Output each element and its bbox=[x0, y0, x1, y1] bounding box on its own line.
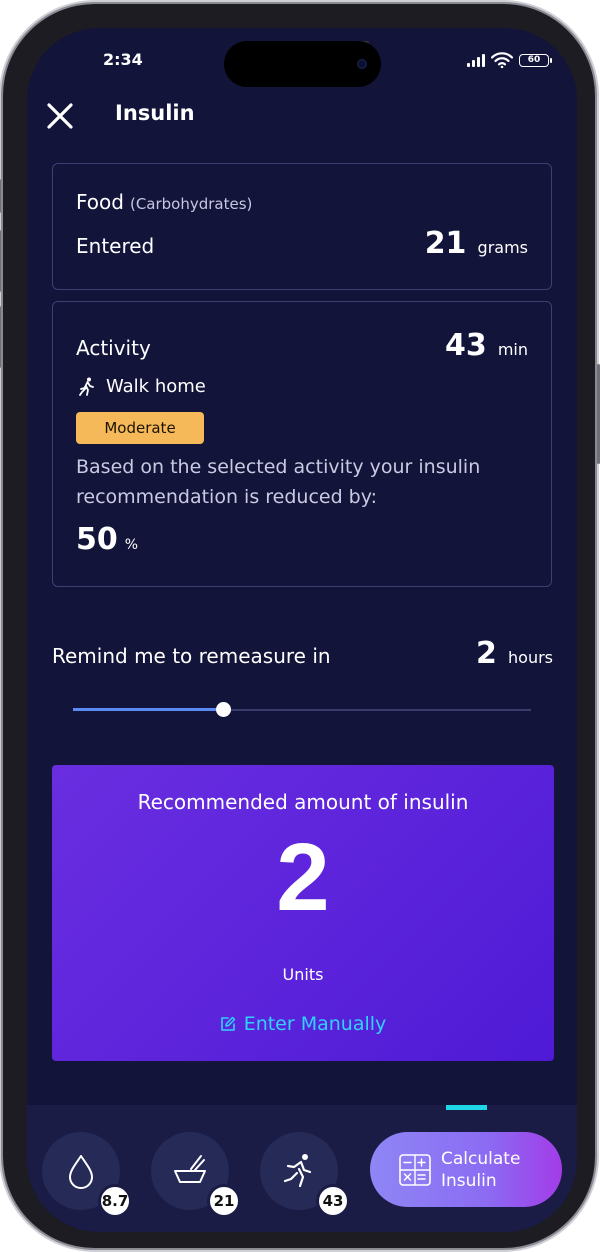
bowl-icon bbox=[174, 1155, 206, 1183]
walking-icon bbox=[79, 377, 94, 396]
glucose-badge: 8.7 bbox=[98, 1184, 132, 1218]
activity-type: Walk home bbox=[78, 376, 206, 397]
volume-up-button bbox=[0, 230, 1, 292]
side-button bbox=[0, 179, 1, 213]
camera-icon bbox=[357, 59, 367, 69]
activity-duration-unit: min bbox=[497, 340, 528, 359]
food-carbs-unit: grams bbox=[477, 238, 528, 257]
calculator-icon bbox=[399, 1153, 431, 1186]
signal-icon bbox=[467, 53, 485, 67]
page-title: Insulin bbox=[115, 101, 195, 125]
recommendation-card: Recommended amount of insulin 2 Units En… bbox=[52, 765, 554, 1061]
screen: 2:34 60 Insulin Food (Carbohydrates) Ent… bbox=[27, 28, 577, 1232]
wifi-icon bbox=[491, 52, 513, 68]
battery-icon: 60 bbox=[519, 53, 552, 67]
food-badge: 21 bbox=[207, 1184, 241, 1218]
bottom-nav: 8.7 21 43 Calculate Insulin bbox=[27, 1105, 577, 1232]
reminder-slider[interactable] bbox=[73, 702, 531, 717]
close-icon[interactable] bbox=[46, 102, 74, 130]
calculate-label-line2: Insulin bbox=[441, 1170, 497, 1191]
active-indicator bbox=[446, 1105, 487, 1110]
reminder-row: Remind me to remeasure in 2 hours bbox=[52, 636, 553, 671]
intensity-badge: Moderate bbox=[76, 412, 204, 444]
status-time: 2:34 bbox=[103, 50, 143, 69]
drop-icon bbox=[69, 1155, 93, 1189]
food-nav-button[interactable]: 21 bbox=[151, 1132, 241, 1218]
runner-icon bbox=[283, 1154, 312, 1188]
activity-name: Walk home bbox=[106, 376, 206, 397]
volume-down-button bbox=[0, 306, 1, 368]
phone-frame: 2:34 60 Insulin Food (Carbohydrates) Ent… bbox=[0, 4, 600, 1248]
edit-icon bbox=[220, 1016, 235, 1031]
enter-manually-label: Enter Manually bbox=[243, 1013, 387, 1035]
slider-fill bbox=[73, 708, 225, 711]
calculate-insulin-label: Calculate Insulin bbox=[441, 1148, 541, 1192]
reduction-value: 50 bbox=[76, 522, 118, 557]
reminder-unit: hours bbox=[508, 648, 553, 667]
recommendation-unit: Units bbox=[282, 965, 324, 984]
activity-badge: 43 bbox=[316, 1184, 350, 1218]
activity-description: Based on the selected activity your insu… bbox=[76, 456, 481, 508]
reduction-percentage: 50 % bbox=[76, 522, 138, 557]
reduction-unit: % bbox=[124, 537, 139, 553]
food-carbs-value: 21 bbox=[424, 226, 467, 261]
activity-duration-value: 43 bbox=[444, 328, 487, 363]
recommendation-title: Recommended amount of insulin bbox=[137, 790, 469, 814]
food-entered-label: Entered bbox=[76, 234, 155, 258]
glucose-nav-button[interactable]: 8.7 bbox=[42, 1132, 132, 1218]
recommendation-value: 2 bbox=[276, 824, 330, 931]
activity-nav-button[interactable]: 43 bbox=[260, 1132, 350, 1218]
calculate-insulin-button[interactable]: Calculate Insulin bbox=[370, 1132, 562, 1207]
activity-card: Activity 43 min Walk home Moderate Based… bbox=[52, 301, 552, 587]
reminder-label: Remind me to remeasure in bbox=[52, 644, 331, 668]
slider-thumb[interactable] bbox=[216, 702, 232, 717]
calculate-label-line1: Calculate bbox=[441, 1148, 521, 1169]
reminder-value: 2 bbox=[476, 636, 497, 671]
dynamic-island bbox=[224, 41, 381, 87]
activity-label: Activity bbox=[76, 336, 151, 360]
food-sublabel: (Carbohydrates) bbox=[129, 195, 253, 213]
enter-manually-button[interactable]: Enter Manually bbox=[52, 1013, 554, 1035]
food-label: Food bbox=[76, 190, 124, 214]
status-icons: 60 bbox=[467, 52, 552, 68]
food-card: Food (Carbohydrates) Entered 21 grams bbox=[52, 163, 552, 290]
